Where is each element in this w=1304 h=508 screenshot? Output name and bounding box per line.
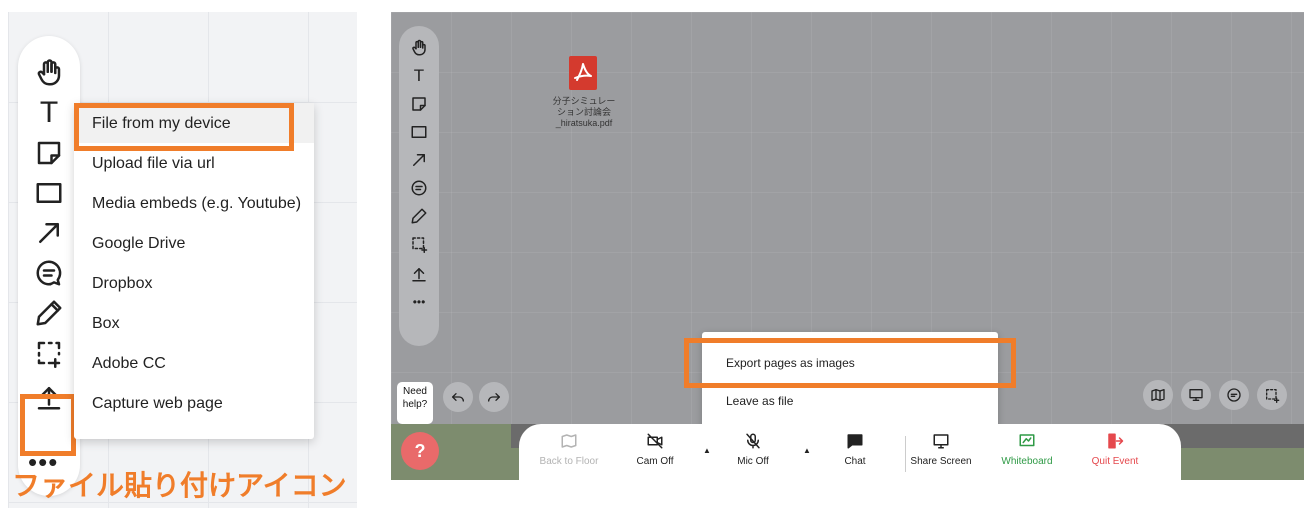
cam-options-caret[interactable]: ▲ xyxy=(703,446,711,455)
chat-button[interactable]: Chat xyxy=(815,432,895,467)
pdf-file-name: 分子シミュレー ション討論会 _hiratsuka.pdf xyxy=(541,96,627,129)
map-icon xyxy=(561,434,577,448)
export-images-highlight xyxy=(684,338,1016,388)
mic-options-caret[interactable]: ▲ xyxy=(803,446,811,455)
menu-item-box[interactable]: Box xyxy=(92,315,120,333)
file-from-device-highlight xyxy=(74,103,294,151)
menu-item-google-drive[interactable]: Google Drive xyxy=(92,235,185,253)
whiteboard-toolbar-small: T ••• xyxy=(399,26,439,346)
help-line1: Need xyxy=(403,386,427,397)
comment-icon[interactable] xyxy=(18,256,80,290)
left-screenshot-panel: T ••• File from my device Upload file vi… xyxy=(8,12,357,508)
hand-icon[interactable] xyxy=(399,36,439,60)
menu-item-dropbox[interactable]: Dropbox xyxy=(92,275,152,293)
menu-item-adobe-cc[interactable]: Adobe CC xyxy=(92,355,166,373)
share-screen-icon xyxy=(933,434,949,449)
pdf-name-line2: ション討論会 xyxy=(556,107,611,117)
selection-icon[interactable] xyxy=(399,232,439,256)
upload-icon[interactable] xyxy=(399,262,439,286)
chat-label: Chat xyxy=(844,456,866,467)
caption-file-paste-icon: ファイル貼り付けアイコン xyxy=(12,470,347,501)
quit-event-button[interactable]: Quit Event xyxy=(1075,432,1155,467)
pdf-name-line1: 分子シミュレー xyxy=(552,96,616,106)
menu-item-media-embeds[interactable]: Media embeds (e.g. Youtube) xyxy=(92,195,301,213)
hand-icon[interactable] xyxy=(18,56,80,90)
pdf-file-icon[interactable] xyxy=(569,56,597,90)
mic-off-button[interactable]: Mic Off xyxy=(713,432,793,467)
menu-item-upload-url[interactable]: Upload file via url xyxy=(92,155,215,173)
menu-item-leave-as-file[interactable]: Leave as file xyxy=(726,394,793,408)
arrow-icon[interactable] xyxy=(399,148,439,172)
chat-icon xyxy=(847,434,863,449)
presentation-button[interactable] xyxy=(1181,380,1211,410)
help-bubble: Need help? xyxy=(397,382,433,424)
cam-off-button[interactable]: Cam Off xyxy=(615,432,695,467)
camera-off-icon xyxy=(647,433,663,449)
quit-icon xyxy=(1108,433,1124,449)
arrow-icon[interactable] xyxy=(18,216,80,250)
help-line2: help? xyxy=(402,399,428,410)
cam-off-label: Cam Off xyxy=(636,456,674,467)
menu-item-capture-web-page[interactable]: Capture web page xyxy=(92,395,223,413)
selection-button[interactable] xyxy=(1257,380,1287,410)
pen-icon[interactable] xyxy=(18,296,80,330)
back-to-floor-button[interactable]: Back to Floor xyxy=(529,432,609,467)
comment-icon[interactable] xyxy=(399,176,439,200)
rectangle-icon[interactable] xyxy=(399,120,439,144)
whiteboard-label: Whiteboard xyxy=(1001,456,1053,467)
pen-icon[interactable] xyxy=(399,204,439,228)
bottom-control-bar: Back to Floor Cam Off ▲ Mic Off ▲ Chat S… xyxy=(519,424,1181,480)
back-to-floor-label: Back to Floor xyxy=(539,456,599,467)
sticky-note-icon[interactable] xyxy=(399,92,439,116)
text-tool-icon[interactable]: T xyxy=(399,64,439,88)
chat-bubble-button[interactable] xyxy=(1219,380,1249,410)
redo-button[interactable] xyxy=(479,382,509,412)
mic-off-label: Mic Off xyxy=(737,456,769,467)
share-screen-button[interactable]: Share Screen xyxy=(901,432,981,467)
help-button[interactable]: ? xyxy=(401,432,439,470)
text-tool-icon[interactable]: T xyxy=(18,96,80,130)
undo-button[interactable] xyxy=(443,382,473,412)
upload-menu: File from my device Upload file via url … xyxy=(74,103,314,439)
share-screen-label: Share Screen xyxy=(910,456,972,467)
quit-event-label: Quit Event xyxy=(1091,456,1139,467)
more-icon[interactable]: ••• xyxy=(399,290,439,314)
whiteboard-button[interactable]: Whiteboard xyxy=(987,432,1067,467)
map-button[interactable] xyxy=(1143,380,1173,410)
selection-icon[interactable] xyxy=(18,336,80,370)
right-screenshot-panel: T ••• 分子シミュレー ション討論会 _hiratsuka.pdf Need… xyxy=(391,12,1304,480)
sticky-note-icon[interactable] xyxy=(18,136,80,170)
rectangle-icon[interactable] xyxy=(18,176,80,210)
mic-off-icon xyxy=(746,433,760,449)
pdf-name-line3: _hiratsuka.pdf xyxy=(555,118,613,128)
whiteboard-icon xyxy=(1019,434,1035,447)
text-tool-label: T xyxy=(39,96,59,129)
